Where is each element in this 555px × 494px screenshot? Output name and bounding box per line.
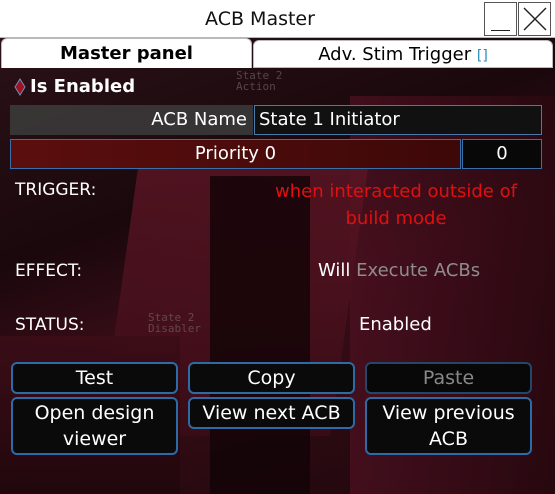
title-bar: ACB Master — [0, 0, 555, 38]
trigger-value: when interacted outside of build mode — [275, 181, 517, 229]
is-enabled-label: Is Enabled — [30, 76, 136, 97]
status-value: Enabled — [359, 314, 432, 335]
acb-master-window: State 2 Action State 2 Disabler ACB Mast… — [0, 0, 555, 494]
paste-button[interactable]: Paste — [365, 362, 532, 394]
tab-indicator: [] — [476, 48, 488, 64]
minimize-button[interactable] — [484, 2, 517, 36]
status-label: STATUS: — [15, 315, 85, 335]
effect-value-prefix: Will — [318, 260, 351, 281]
view-next-acb-button[interactable]: View next ACB — [188, 397, 355, 429]
priority-slider[interactable]: Priority 0 — [10, 139, 461, 169]
tab-adv-stim-trigger-label: Adv. Stim Trigger — [318, 44, 472, 65]
priority-value-field[interactable]: 0 — [462, 139, 542, 169]
acb-name-row: ACB Name State 1 Initiator — [10, 105, 542, 135]
effect-label: EFFECT: — [15, 261, 83, 281]
tab-master-panel[interactable]: Master panel — [1, 38, 252, 68]
trigger-label: TRIGGER: — [15, 180, 97, 200]
master-panel-content: Is Enabled ACB Name State 1 Initiator Pr… — [0, 68, 555, 494]
open-design-viewer-button[interactable]: Open design viewer — [11, 397, 178, 455]
copy-button[interactable]: Copy — [188, 362, 355, 394]
effect-value: Will Execute ACBs — [318, 260, 480, 281]
priority-row: Priority 0 0 — [10, 139, 542, 169]
acb-name-input[interactable]: State 1 Initiator — [254, 105, 542, 135]
tab-adv-stim-trigger[interactable]: Adv. Stim Trigger [] — [253, 40, 553, 68]
close-icon — [523, 7, 547, 31]
close-button[interactable] — [518, 2, 551, 36]
test-button[interactable]: Test — [11, 362, 178, 394]
view-previous-acb-button[interactable]: View previous ACB — [365, 397, 532, 455]
effect-value-action: Execute ACBs — [356, 260, 481, 281]
window-title: ACB Master — [205, 8, 315, 30]
diamond-toggle-icon — [14, 78, 26, 96]
tab-master-panel-label: Master panel — [60, 43, 193, 64]
acb-name-label: ACB Name — [10, 105, 253, 135]
